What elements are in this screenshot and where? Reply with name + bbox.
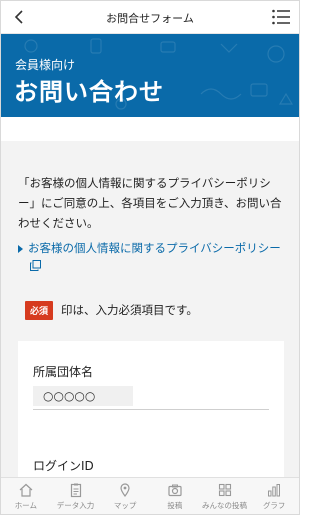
hero-banner: 会員様向け お問い合わせ: [1, 34, 299, 117]
camera-icon: [168, 484, 182, 497]
app-frame: お問合せフォーム 会員様向け お問い合わせ 「お客様の個人情報に関するプライバシ…: [0, 0, 300, 515]
bar-chart-icon: [268, 484, 281, 497]
privacy-policy-link-label: お客様の個人情報に関するプライバシーポリシー: [28, 241, 281, 255]
privacy-policy-link[interactable]: お客様の個人情報に関するプライバシーポリシー: [18, 240, 288, 274]
tab-data-entry-label: データ入力: [56, 501, 95, 510]
tab-everyone-posts-label: みんなの投稿: [202, 501, 248, 510]
required-badge: 必須: [25, 300, 54, 320]
tab-post[interactable]: 投稿: [150, 478, 200, 514]
organization-name-label: 所属団体名: [33, 365, 94, 379]
tab-graph-label: グラフ: [262, 501, 286, 510]
chevron-left-icon: [14, 10, 23, 24]
list-menu-icon: [272, 9, 290, 25]
intro-text: 「お客様の個人情報に関するプライバシーポリシー」にご同意の上、各項目をご入力頂き…: [18, 176, 282, 230]
tab-data-entry[interactable]: データ入力: [51, 478, 101, 514]
grid-icon: [218, 483, 231, 497]
external-window-icon: [30, 260, 41, 271]
login-id-label: ログインID: [33, 459, 94, 473]
bottom-tab-bar: ホーム データ入力 マップ 投稿 みんなの投稿 グラフ: [1, 477, 299, 514]
form-content-area: 「お客様の個人情報に関するプライバシーポリシー」にご同意の上、各項目をご入力頂き…: [1, 141, 299, 491]
hero-title: お問い合わせ: [14, 78, 164, 106]
tab-map[interactable]: マップ: [100, 478, 150, 514]
form-card: 所属団体名 ログインID: [18, 341, 284, 491]
clipboard-icon: [70, 483, 81, 498]
organization-name-input[interactable]: [33, 382, 269, 410]
top-nav-bar: お問合せフォーム: [1, 1, 299, 34]
home-icon: [19, 483, 33, 497]
link-arrow-icon: [18, 245, 23, 253]
tab-home-label: ホーム: [14, 501, 37, 510]
required-note-text: 印は、入力必須項目です。: [61, 303, 198, 317]
tab-graph[interactable]: グラフ: [249, 478, 299, 514]
tab-everyone-posts[interactable]: みんなの投稿: [200, 478, 250, 514]
map-pin-icon: [120, 483, 130, 498]
tab-home[interactable]: ホーム: [1, 478, 51, 514]
tab-post-label: 投稿: [167, 501, 183, 510]
tab-map-label: マップ: [113, 501, 137, 510]
hero-subtitle: 会員様向け: [15, 58, 76, 72]
back-button[interactable]: [9, 7, 29, 27]
page-title: お問合せフォーム: [106, 12, 194, 25]
required-note: 必須 印は、入力必須項目です。: [25, 300, 198, 320]
menu-button[interactable]: [271, 8, 291, 26]
